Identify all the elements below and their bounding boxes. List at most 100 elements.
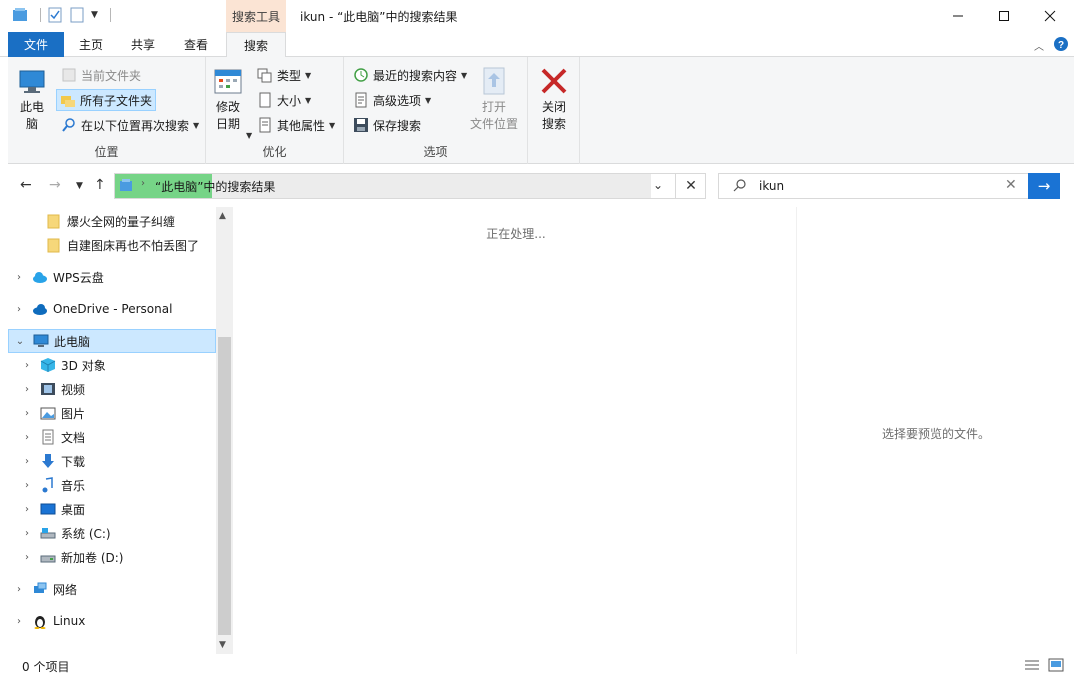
clear-search-icon[interactable]: ✕	[1005, 177, 1017, 193]
scroll-up-icon[interactable]: ▲	[219, 211, 226, 221]
nav-item-label: 文档	[61, 430, 86, 445]
address-bar[interactable]: › “此电脑”中的搜索结果 ⌄ ✕	[114, 173, 706, 199]
download-icon	[40, 453, 56, 469]
customize-toolbar-chevron-icon[interactable]: ▼	[91, 10, 98, 20]
navigation-pane: 爆火全网的量子纠缠 自建图床再也不怕丢图了 › WPS云盘 › OneDrive - Pe…	[8, 207, 216, 654]
maximize-button[interactable]	[981, 0, 1027, 32]
nav-item[interactable]: › 网络	[8, 577, 216, 601]
expand-chevron-icon[interactable]: ›	[20, 552, 34, 563]
nav-item-label: 桌面	[61, 502, 86, 517]
expand-chevron-icon[interactable]: ›	[20, 432, 34, 443]
toolbar-divider	[40, 8, 41, 22]
expand-chevron-icon[interactable]: ›	[12, 272, 26, 283]
nav-item[interactable]: 爆火全网的量子纠缠	[8, 209, 216, 233]
forward-arrow-icon[interactable]: →	[49, 177, 61, 193]
expand-chevron-icon[interactable]: ›	[12, 584, 26, 595]
tab-file[interactable]: 文件	[8, 32, 64, 57]
expand-chevron-icon[interactable]: ›	[12, 616, 26, 627]
tab-home[interactable]: 主页	[66, 32, 116, 57]
search-box[interactable]: ikun ✕ →	[718, 173, 1060, 199]
minimize-button[interactable]	[935, 0, 981, 32]
network-icon	[32, 581, 48, 597]
expand-chevron-icon[interactable]: ›	[20, 384, 34, 395]
status-bar: 0 个项目	[0, 654, 1074, 680]
recent-searches-button[interactable]: 最近的搜索内容 ▼	[350, 64, 470, 86]
close-search-button[interactable]: 关闭 搜索	[538, 65, 570, 133]
results-pane[interactable]: 正在处理...	[236, 207, 796, 654]
nav-item[interactable]: › 视频	[8, 377, 216, 401]
nav-item-label: 系统 (C:)	[61, 526, 111, 541]
kind-icon	[257, 67, 273, 83]
nav-item[interactable]: › OneDrive - Personal	[8, 297, 216, 321]
back-arrow-icon[interactable]: ←	[20, 177, 32, 193]
preview-pane: 选择要预览的文件。	[796, 207, 1074, 654]
calendar-icon	[212, 65, 244, 97]
details-view-icon[interactable]	[1024, 658, 1040, 675]
recent-locations-chevron-icon[interactable]: ▼	[76, 181, 83, 191]
save-search-button[interactable]: 保存搜索	[350, 114, 424, 136]
breadcrumb-chevron-icon[interactable]: ›	[141, 178, 145, 189]
explorer-icon[interactable]	[12, 7, 28, 23]
advanced-options-button[interactable]: 高级选项 ▼	[350, 89, 434, 111]
nav-item[interactable]: › 下载	[8, 449, 216, 473]
nav-item[interactable]: › 3D 对象	[8, 353, 216, 377]
expand-chevron-icon[interactable]: ›	[20, 360, 34, 371]
search-input[interactable]: ikun	[759, 179, 784, 193]
dropdown-caret-icon: ▼	[305, 95, 312, 105]
open-file-location-button[interactable]: 打开 文件位置	[470, 65, 518, 133]
this-pc-button[interactable]: 此电 脑	[16, 65, 48, 133]
other-properties-button[interactable]: 其他属性 ▼	[254, 114, 338, 136]
nav-item-label: 图片	[61, 406, 86, 421]
window-title: ikun - “此电脑”中的搜索结果	[300, 10, 458, 24]
search-again-in-button[interactable]: 在以下位置再次搜索 ▼	[58, 114, 202, 136]
nav-item[interactable]: › 桌面	[8, 497, 216, 521]
computer-icon	[33, 333, 49, 349]
nav-item[interactable]: › 图片	[8, 401, 216, 425]
expand-chevron-icon[interactable]: ›	[20, 408, 34, 419]
kind-button[interactable]: 类型 ▼	[254, 64, 314, 86]
recent-searches-icon	[353, 67, 369, 83]
cube-icon	[40, 357, 56, 373]
nav-item[interactable]: › Linux	[8, 609, 216, 633]
tab-share[interactable]: 共享	[118, 32, 168, 57]
expand-chevron-icon[interactable]: ›	[20, 480, 34, 491]
search-again-in-label: 在以下位置再次搜索	[81, 118, 190, 133]
search-go-button[interactable]: →	[1028, 173, 1060, 199]
desktop-icon	[40, 501, 56, 517]
group-close: 关闭 搜索	[528, 57, 580, 164]
current-folder-button[interactable]: 当前文件夹	[58, 64, 144, 86]
expand-chevron-icon[interactable]: ›	[20, 504, 34, 515]
nav-item[interactable]: › WPS云盘	[8, 265, 216, 289]
nav-item[interactable]: › 系统 (C:)	[8, 521, 216, 545]
expand-chevron-icon[interactable]: ›	[20, 456, 34, 467]
up-arrow-icon[interactable]: ↑	[94, 177, 106, 193]
close-window-button[interactable]	[1027, 0, 1073, 32]
nav-item-label: 3D 对象	[61, 358, 106, 373]
expand-chevron-icon[interactable]: ›	[12, 304, 26, 315]
stop-search-button[interactable]: ✕	[675, 174, 706, 198]
properties-icon[interactable]	[47, 7, 63, 23]
nav-item-label: 新加卷 (D:)	[61, 550, 124, 565]
nav-item[interactable]: › 文档	[8, 425, 216, 449]
video-icon	[40, 381, 56, 397]
expand-chevron-icon[interactable]: ⌄	[13, 336, 27, 347]
help-icon[interactable]: ?	[1054, 37, 1068, 54]
nav-item[interactable]: 自建图床再也不怕丢图了	[8, 233, 216, 257]
large-icons-view-icon[interactable]	[1048, 658, 1064, 675]
nav-item[interactable]: › 新加卷 (D:)	[8, 545, 216, 569]
tab-view[interactable]: 查看	[170, 32, 222, 57]
svg-text:?: ?	[1058, 40, 1064, 51]
new-folder-icon[interactable]	[69, 7, 85, 23]
address-dropdown-chevron-icon[interactable]: ⌄	[653, 178, 663, 192]
size-button[interactable]: 大小 ▼	[254, 89, 314, 111]
scroll-down-icon[interactable]: ▼	[219, 640, 226, 650]
nav-item[interactable]: › 音乐	[8, 473, 216, 497]
collapse-ribbon-icon[interactable]: ︿	[1034, 38, 1044, 53]
tab-search[interactable]: 搜索	[226, 32, 286, 58]
nav-item[interactable]: ⌄ 此电脑	[8, 329, 216, 353]
scroll-thumb[interactable]	[218, 337, 231, 635]
expand-chevron-icon[interactable]: ›	[20, 528, 34, 539]
date-modified-button[interactable]: 修改 日期 ▼	[212, 65, 252, 140]
nav-scrollbar[interactable]: ▲ ▼	[216, 207, 233, 654]
all-subfolders-button[interactable]: 所有子文件夹	[56, 89, 157, 111]
